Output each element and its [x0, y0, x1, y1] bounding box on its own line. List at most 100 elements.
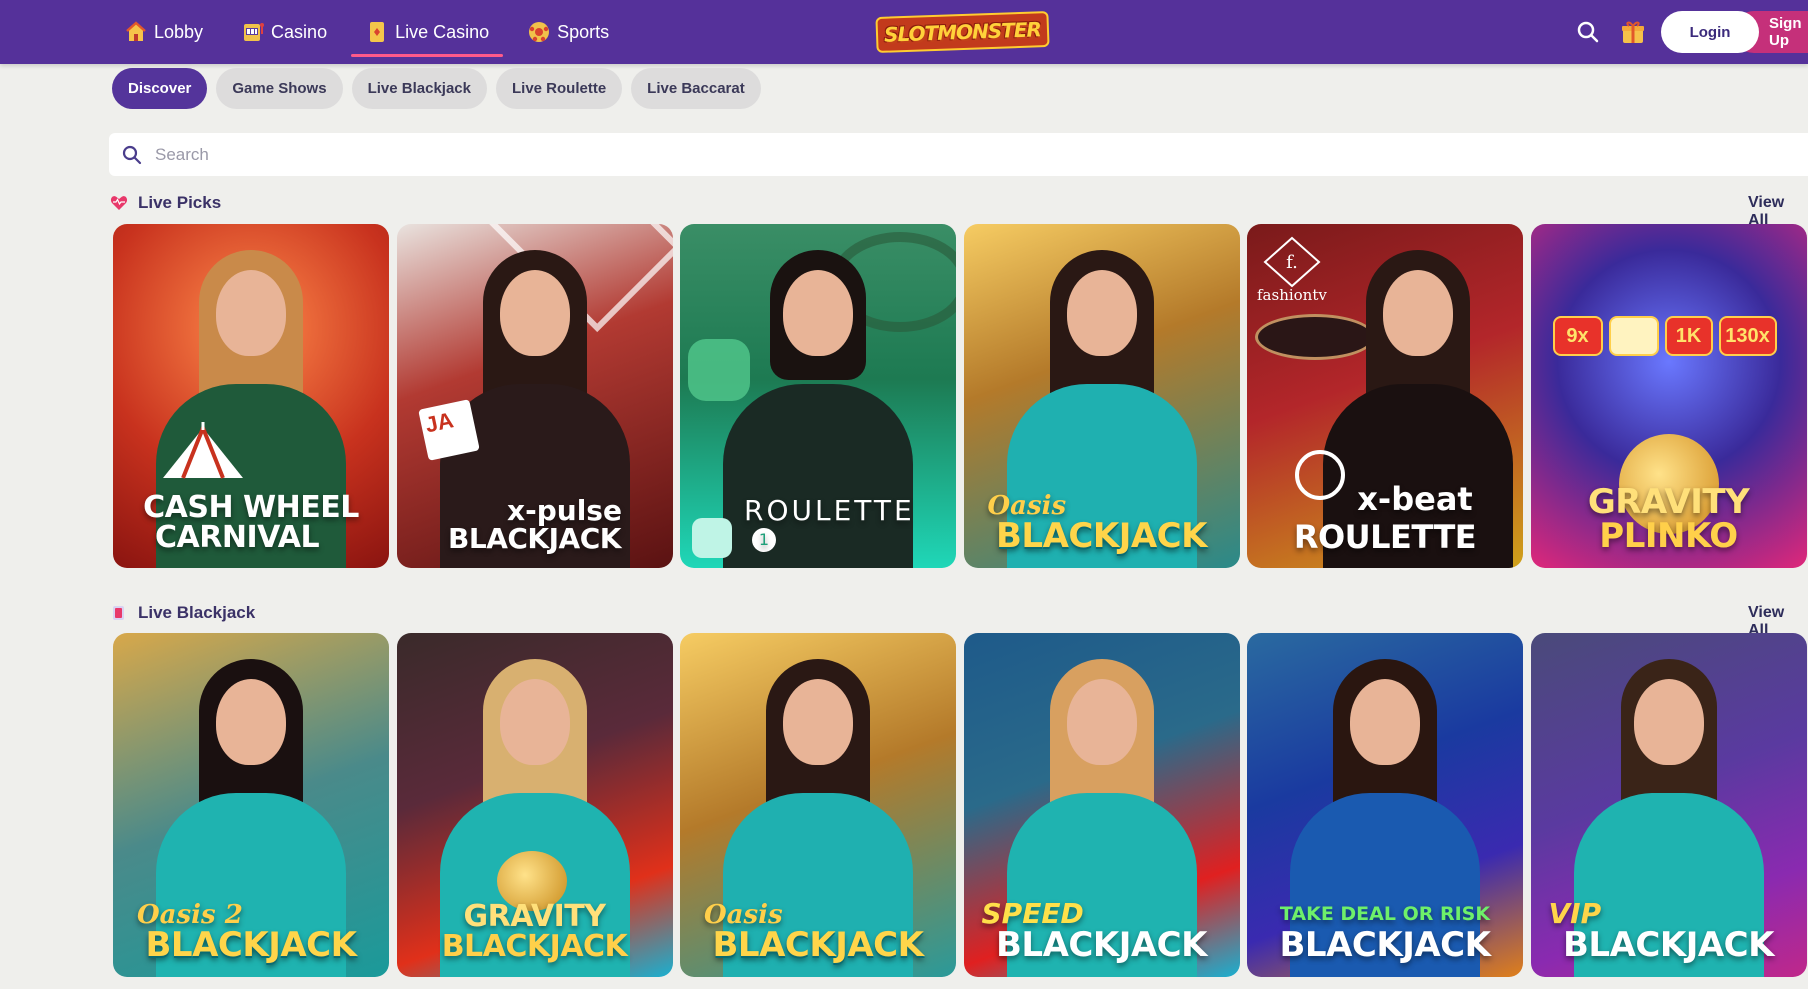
section-title-text: Live Blackjack: [138, 603, 256, 622]
logo-text: SLOTMONSTER: [875, 10, 1049, 54]
chip-label: Live Blackjack: [367, 80, 471, 97]
gift-icon[interactable]: [1619, 18, 1647, 46]
dealer-face: [216, 679, 286, 765]
game-card[interactable]: f. fashiontv x-beat ROULETTE: [1247, 224, 1523, 568]
game-title-line1: TAKE DEAL OR RISK: [1279, 902, 1491, 925]
game-title: TAKE DEAL OR RISK BLACKJACK: [1247, 902, 1523, 966]
game-title: Oasis BLACKJACK: [964, 493, 1240, 554]
roulette-wheel: [1255, 314, 1375, 360]
soccer-ball-icon: [527, 20, 551, 44]
playing-card-icon: JA: [417, 399, 480, 461]
carnival-tent-icon: [153, 420, 253, 480]
game-title-line1: CASH WHEEL: [143, 489, 359, 525]
slot-machine-icon: [241, 20, 265, 44]
main-nav: Lobby Casino Live Casino Sports: [110, 0, 633, 64]
game-title-line2: BLACKJACK: [1563, 925, 1774, 966]
game-title-line1: ROULETTE: [744, 493, 915, 527]
game-card[interactable]: CASH WHEEL CARNIVAL: [113, 224, 389, 568]
search-icon: [121, 144, 143, 166]
chip-live-blackjack[interactable]: Live Blackjack: [351, 68, 487, 109]
chip-label: Discover: [128, 80, 192, 97]
cards-icon: [110, 604, 128, 622]
section-title-live-blackjack: Live Blackjack: [110, 603, 255, 623]
login-button[interactable]: Login: [1661, 11, 1759, 53]
game-title-line1: x-beat: [1357, 479, 1473, 518]
game-card[interactable]: GRAVITY BLACKJACK: [396, 633, 673, 977]
site-logo[interactable]: SLOTMONSTER: [875, 10, 1049, 54]
section-title-live-picks: Live Picks: [110, 193, 221, 213]
chip-label: Game Shows: [232, 80, 327, 97]
game-title-line2: BLACKJACK: [712, 925, 924, 966]
game-card[interactable]: Oasis 2 BLACKJACK: [113, 633, 389, 977]
chip-label: Live Roulette: [511, 80, 607, 97]
game-title-line2: BLACKJACK: [996, 925, 1207, 966]
dealer-face: [499, 679, 570, 765]
dealer-face: [1350, 679, 1420, 765]
chip-label: Live Baccarat: [647, 80, 745, 97]
game-title: x-beat ROULETTE: [1247, 483, 1523, 554]
nav-casino[interactable]: Casino: [227, 10, 341, 54]
search-input[interactable]: [155, 144, 1555, 165]
game-title: Oasis 2 BLACKJACK: [113, 902, 389, 963]
game-card[interactable]: SPEED BLACKJACK: [963, 633, 1240, 977]
game-title-line2: BLACKJACK: [441, 929, 628, 965]
dealer-face: [1633, 679, 1704, 765]
chip-game-shows[interactable]: Game Shows: [216, 68, 343, 109]
house-icon: [124, 20, 148, 44]
game-title-line2: ROULETTE: [1293, 518, 1477, 557]
nav-sports-label: Sports: [557, 21, 610, 42]
nav-live-casino-label: Live Casino: [395, 21, 490, 42]
game-title-line2: BLACKJACK: [448, 522, 621, 556]
game-title-line1: SPEED: [981, 896, 1084, 930]
game-row-live-picks: CASH WHEEL CARNIVAL JA x-pulse BLACKJACK…: [113, 224, 1808, 568]
category-chips: Discover Game Shows Live Blackjack Live …: [112, 68, 770, 109]
game-card[interactable]: ROULETTE 1: [680, 224, 956, 568]
multiplier-badge: 130x: [1718, 316, 1777, 356]
chip-discover[interactable]: Discover: [112, 68, 208, 109]
game-card[interactable]: Oasis BLACKJACK: [680, 633, 956, 977]
game-card[interactable]: Oasis BLACKJACK: [963, 224, 1240, 568]
chip-live-baccarat[interactable]: Live Baccarat: [631, 68, 761, 109]
signup-label: Sign Up: [1769, 15, 1802, 49]
dealer-face: [1383, 270, 1454, 356]
game-title: GRAVITY PLINKO: [1531, 481, 1807, 554]
game-card[interactable]: VIP BLACKJACK: [1530, 633, 1807, 977]
search-icon[interactable]: [1574, 18, 1602, 46]
roulette-number-badge: 1: [752, 528, 776, 553]
top-header: Lobby Casino Live Casino Sports SLOTMONS…: [0, 0, 1808, 64]
game-title-line1: GRAVITY: [1587, 481, 1750, 522]
game-title-line2: BLACKJACK: [1279, 925, 1491, 966]
section-title-text: Live Picks: [138, 193, 222, 212]
dealer-face: [783, 270, 853, 356]
game-row-live-blackjack: Oasis 2 BLACKJACK GRAVITY BLACKJACK Oasi…: [113, 633, 1808, 977]
dealer-face: [216, 270, 286, 356]
dealer-face: [783, 679, 853, 765]
game-title: SPEED BLACKJACK: [964, 896, 1240, 966]
search-bar: [109, 133, 1808, 176]
game-title-line1: GRAVITY: [463, 898, 606, 934]
brand-label: fashiontv: [1257, 286, 1327, 304]
game-card[interactable]: JA x-pulse BLACKJACK: [396, 224, 673, 568]
nav-casino-label: Casino: [271, 21, 328, 42]
card-icon: [365, 20, 389, 44]
game-title-line2: CARNIVAL: [155, 520, 320, 556]
game-title-line2: BLACKJACK: [145, 925, 357, 966]
nav-sports[interactable]: Sports: [513, 10, 623, 54]
game-title: GRAVITY BLACKJACK: [397, 898, 673, 965]
game-card[interactable]: TAKE DEAL OR RISK BLACKJACK: [1247, 633, 1523, 977]
multiplier-badge: 1K: [1664, 316, 1713, 356]
dealer-face: [1066, 679, 1137, 765]
dealer-face: [499, 270, 570, 356]
multiplier-badge: 9x: [1552, 316, 1603, 356]
svg-text:f.: f.: [1286, 252, 1298, 273]
cake-badge-icon: [688, 339, 750, 401]
gold-ball-icon: [1608, 316, 1659, 356]
game-title: VIP BLACKJACK: [1531, 896, 1807, 966]
nav-lobby-label: Lobby: [154, 21, 204, 42]
nav-lobby[interactable]: Lobby: [110, 10, 217, 54]
chip-live-roulette[interactable]: Live Roulette: [495, 68, 623, 109]
game-title-line1: VIP: [1548, 896, 1602, 930]
game-card[interactable]: 9x 1K 130x GRAVITY PLINKO: [1530, 224, 1807, 568]
dealer-face: [1066, 270, 1137, 356]
nav-live-casino[interactable]: Live Casino: [351, 10, 504, 57]
